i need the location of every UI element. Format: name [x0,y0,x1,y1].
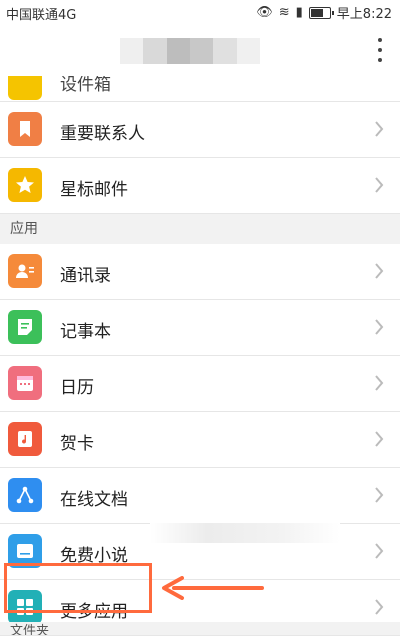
signal-icon: ▮ [295,5,303,20]
eye-icon: 👁 [256,5,273,20]
contacts-icon [8,254,42,288]
bookmark-icon [8,112,42,146]
chevron-right-icon [375,487,384,503]
section-header-apps: 应用 [0,214,400,244]
list-item-online-docs[interactable]: 在线文档 [0,468,400,524]
list-item-calendar[interactable]: 日历 [0,356,400,412]
status-bar: 中国联通4G 👁 ≋ ▮ 早上8:22 [0,0,400,24]
chevron-right-icon [375,543,384,559]
list-item-label: 记事本 [60,322,111,342]
folder-icon [8,76,42,100]
share-doc-icon [8,478,42,512]
mailbox-list: 设件箱 重要联系人 星标邮件 应用 通讯录 记事本 日历 贺卡 在线文档 免费小… [0,76,400,636]
list-item-notepad[interactable]: 记事本 [0,300,400,356]
more-menu-icon[interactable] [376,38,384,62]
card-icon [8,422,42,456]
title-bar [0,24,400,76]
chevron-right-icon [375,599,384,615]
battery-icon [308,6,334,19]
chevron-right-icon [375,375,384,391]
chevron-right-icon [375,263,384,279]
list-item-label: 星标邮件 [60,180,128,200]
list-item-label: 重要联系人 [60,124,145,144]
list-item-contacts[interactable]: 通讯录 [0,244,400,300]
list-item-label: 在线文档 [60,490,128,510]
list-item-label: 贺卡 [60,434,94,454]
chevron-right-icon [375,319,384,335]
list-item-important-contacts[interactable]: 重要联系人 [0,102,400,158]
section-header-folders: 文件夹 [0,622,400,635]
star-icon [8,168,42,202]
calendar-icon [8,366,42,400]
clock-time: 早上8:22 [336,7,392,22]
notepad-icon [8,310,42,344]
blurred-region [150,523,340,543]
list-item-label: 日历 [60,378,94,398]
list-item-label: 设件箱 [60,76,111,95]
pointer-arrow-icon [162,576,264,600]
blurred-title [120,38,260,64]
chevron-right-icon [375,177,384,193]
section-label: 文件夹 [10,624,50,635]
list-item-greeting-card[interactable]: 贺卡 [0,412,400,468]
chevron-right-icon [375,431,384,447]
status-icons: 👁 ≋ ▮ 早上8:22 [256,3,392,22]
highlight-box [4,563,152,613]
list-item-starred[interactable]: 星标邮件 [0,158,400,214]
list-item-partial[interactable]: 设件箱 [0,76,400,102]
carrier-label: 中国联通4G [6,8,77,23]
list-item-label: 通讯录 [60,266,111,286]
chevron-right-icon [375,121,384,137]
wifi-icon: ≋ [278,5,290,20]
